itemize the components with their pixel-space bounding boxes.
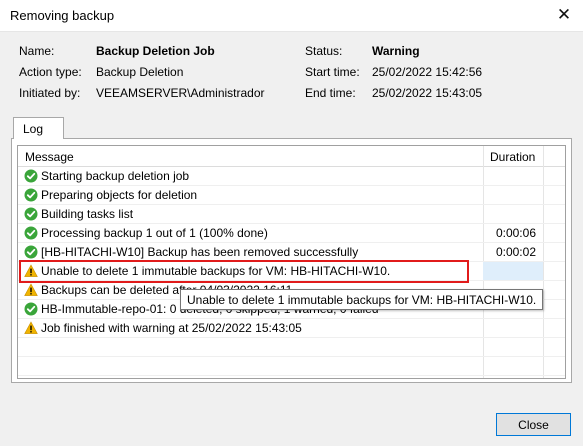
log-row[interactable]: Building tasks list: [18, 205, 565, 224]
end-time-value: 25/02/2022 15:43:05: [372, 86, 483, 100]
action-type-label: Action type:: [19, 65, 82, 79]
warning-highlight-box: [19, 260, 469, 283]
log-row[interactable]: [18, 338, 565, 357]
duration-cell: [483, 262, 543, 280]
status-label: Status:: [305, 44, 343, 58]
check-circle-icon: [24, 245, 38, 259]
log-message: Starting backup deletion job: [41, 169, 190, 183]
log-row[interactable]: Preparing objects for deletion: [18, 186, 565, 205]
duration-cell: [483, 205, 543, 223]
log-row[interactable]: [18, 357, 565, 376]
start-time-label: Start time:: [305, 65, 360, 79]
initiated-by-label: Initiated by:: [19, 86, 81, 100]
check-circle-icon: [24, 169, 38, 183]
message-tooltip: Unable to delete 1 immutable backups for…: [180, 289, 544, 310]
check-circle-icon: [24, 188, 38, 202]
log-message: Job finished with warning at 25/02/2022 …: [41, 321, 302, 335]
warning-triangle-icon: [24, 321, 38, 335]
column-header-message[interactable]: Message: [25, 150, 74, 164]
log-row[interactable]: 0:00:06 Processing backup 1 out of 1 (100…: [18, 224, 565, 243]
initiated-by-value: VEEAMSERVER\Administrador: [96, 86, 265, 100]
check-circle-icon: [24, 207, 38, 221]
log-message: [HB-HITACHI-W10] Backup has been removed…: [41, 245, 359, 259]
check-circle-icon: [24, 302, 38, 316]
duration-cell: [483, 357, 543, 375]
log-message: Preparing objects for deletion: [41, 188, 198, 202]
duration-cell: 0:00:02: [483, 243, 543, 261]
close-button[interactable]: Close: [496, 413, 571, 436]
check-circle-icon: [24, 226, 38, 240]
duration-cell: [483, 319, 543, 337]
log-message: Building tasks list: [41, 207, 134, 221]
window-title: Removing backup: [10, 8, 115, 23]
tab-log[interactable]: Log: [13, 117, 64, 139]
duration-cell: [483, 167, 543, 185]
log-duration: 0:00:06: [495, 226, 536, 240]
end-time-label: End time:: [305, 86, 356, 100]
status-value: Warning: [372, 44, 420, 58]
column-header-duration[interactable]: Duration: [490, 150, 535, 164]
warning-triangle-icon: [24, 283, 38, 297]
action-type-value: Backup Deletion: [96, 65, 184, 79]
name-label: Name:: [19, 44, 55, 58]
title-bar: Removing backup ✕: [0, 0, 583, 32]
start-time-value: 25/02/2022 15:42:56: [372, 65, 483, 79]
tab-log-label: Log: [23, 122, 44, 136]
log-message: Processing backup 1 out of 1 (100% done): [41, 226, 268, 240]
duration-cell: 0:00:06: [483, 224, 543, 242]
close-icon[interactable]: ✕: [551, 2, 577, 28]
log-row[interactable]: Starting backup deletion job: [18, 167, 565, 186]
name-value: Backup Deletion Job: [96, 44, 215, 58]
duration-cell: [483, 186, 543, 204]
removing-backup-dialog: Removing backup ✕ Name: Backup Deletion …: [0, 0, 583, 446]
duration-cell: [483, 338, 543, 356]
log-duration: 0:00:02: [495, 245, 536, 259]
log-row[interactable]: Job finished with warning at 25/02/2022 …: [18, 319, 565, 338]
